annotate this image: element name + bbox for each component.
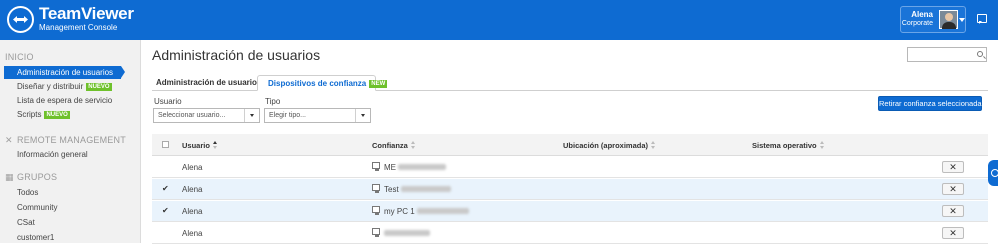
computer-icon <box>372 228 380 237</box>
column-header-confianza[interactable]: Confianza <box>372 141 416 150</box>
teamviewer-logo-icon[interactable] <box>7 6 34 33</box>
sidebar-item-label: Diseñar y distribuir <box>17 82 84 91</box>
delete-button[interactable]: ✕ <box>942 227 964 239</box>
sidebar-item-disenar-distribuir[interactable]: Diseñar y distribuir NUEVO <box>17 82 112 91</box>
sidebar-section-inicio: INICIO <box>5 52 34 62</box>
avatar <box>939 10 958 29</box>
brand-subtitle: Management Console <box>39 23 118 32</box>
redacted-id <box>384 230 430 236</box>
groups-icon: ▦ <box>5 172 14 182</box>
page-title: Administración de usuarios <box>152 47 321 63</box>
type-select[interactable]: Elegir tipo... <box>264 108 371 123</box>
user-select-value: Seleccionar usuario... <box>158 112 226 119</box>
search-input[interactable] <box>907 47 987 62</box>
brand: TeamViewer Management Console <box>39 4 134 33</box>
type-filter-label: Tipo <box>265 97 281 106</box>
table-row[interactable]: ✔ Alena my PC 1 ✕ <box>152 201 988 222</box>
sidebar-section-grupos: GRUPOS <box>17 172 58 182</box>
computer-icon <box>372 162 380 171</box>
row-checkbox[interactable]: ✔ <box>162 184 169 193</box>
revoke-trust-button[interactable]: Retirar confianza seleccionada <box>878 96 982 111</box>
redacted-id <box>400 186 451 192</box>
table-header: Usuario Confianza Ubicación (aproximada)… <box>152 134 988 156</box>
sort-icon[interactable] <box>819 141 825 149</box>
sidebar: INICIO Administración de usuarios Diseña… <box>0 40 141 243</box>
chat-icon[interactable] <box>977 14 987 24</box>
sort-icon[interactable] <box>651 141 656 149</box>
sidebar-item-lista-espera[interactable]: Lista de espera de servicio <box>17 96 112 105</box>
new-badge: NEW <box>369 80 388 88</box>
tab-dispositivos-confianza[interactable]: Dispositivos de confianza NEW <box>257 75 388 91</box>
sidebar-item-customer1[interactable]: customer1 <box>17 233 54 242</box>
search-icon[interactable] <box>977 51 983 57</box>
sidebar-item-csat[interactable]: CSat <box>17 218 35 227</box>
user-menu[interactable]: Alena Corporate <box>900 6 966 33</box>
sidebar-item-informacion-general[interactable]: Información general <box>17 150 88 159</box>
device-cell: my PC 1 <box>384 207 469 216</box>
table-row[interactable]: Alena ME ✕ <box>152 157 988 178</box>
user-cell: Alena <box>182 163 203 172</box>
user-filter-label: Usuario <box>154 97 182 106</box>
sidebar-item-community[interactable]: Community <box>17 203 57 212</box>
redacted-id <box>398 164 447 170</box>
top-bar: TeamViewer Management Console Alena Corp… <box>0 0 998 40</box>
delete-button[interactable]: ✕ <box>942 161 964 173</box>
tab-administracion-usuarios[interactable]: Administración de usuarios <box>156 78 261 87</box>
user-cell: Alena <box>182 185 203 194</box>
user-name: Alena <box>911 10 933 19</box>
computer-icon <box>372 206 380 215</box>
row-checkbox[interactable]: ✔ <box>162 206 169 215</box>
column-header-ubicacion[interactable]: Ubicación (aproximada) <box>563 141 656 150</box>
new-badge: NUEVO <box>44 111 70 119</box>
table-row[interactable]: ✔ Alena Test ✕ <box>152 179 988 200</box>
user-cell: Alena <box>182 229 203 238</box>
user-cell: Alena <box>182 207 203 216</box>
sort-icon[interactable] <box>410 141 416 149</box>
sidebar-section-remote: REMOTE MANAGEMENT <box>17 135 126 145</box>
table-row[interactable]: Alena ✕ <box>152 223 988 244</box>
sidebar-item-administracion-usuarios[interactable]: Administración de usuarios <box>4 66 125 79</box>
column-header-sistema-operativo[interactable]: Sistema operativo <box>752 141 825 150</box>
redacted-id <box>416 208 469 214</box>
new-badge: NUEVO <box>86 83 112 91</box>
sidebar-item-todos[interactable]: Todos <box>17 188 38 197</box>
sidebar-item-label: Scripts <box>17 110 42 119</box>
delete-button[interactable]: ✕ <box>942 205 964 217</box>
type-select-value: Elegir tipo... <box>269 112 306 119</box>
device-cell: ME <box>384 163 447 172</box>
sort-icon[interactable] <box>212 141 218 149</box>
sidebar-item-label: Administración de usuarios <box>17 68 114 77</box>
column-header-usuario[interactable]: Usuario <box>182 141 218 150</box>
chevron-down-icon[interactable] <box>959 18 965 22</box>
delete-button[interactable]: ✕ <box>942 183 964 195</box>
brand-name: TeamViewer <box>39 4 134 23</box>
chevron-down-icon[interactable] <box>244 109 259 122</box>
select-all-checkbox[interactable] <box>162 141 169 148</box>
remote-management-icon: ✕ <box>5 135 13 145</box>
device-cell <box>384 229 430 238</box>
computer-icon <box>372 184 380 193</box>
device-cell: Test <box>384 185 451 194</box>
tab-label: Dispositivos de confianza NEW <box>268 79 388 88</box>
sidebar-item-scripts[interactable]: Scripts NUEVO <box>17 110 70 119</box>
user-select[interactable]: Seleccionar usuario... <box>153 108 260 123</box>
user-role: Corporate <box>901 20 933 27</box>
chevron-down-icon[interactable] <box>355 109 370 122</box>
feedback-tab[interactable] <box>988 160 998 186</box>
